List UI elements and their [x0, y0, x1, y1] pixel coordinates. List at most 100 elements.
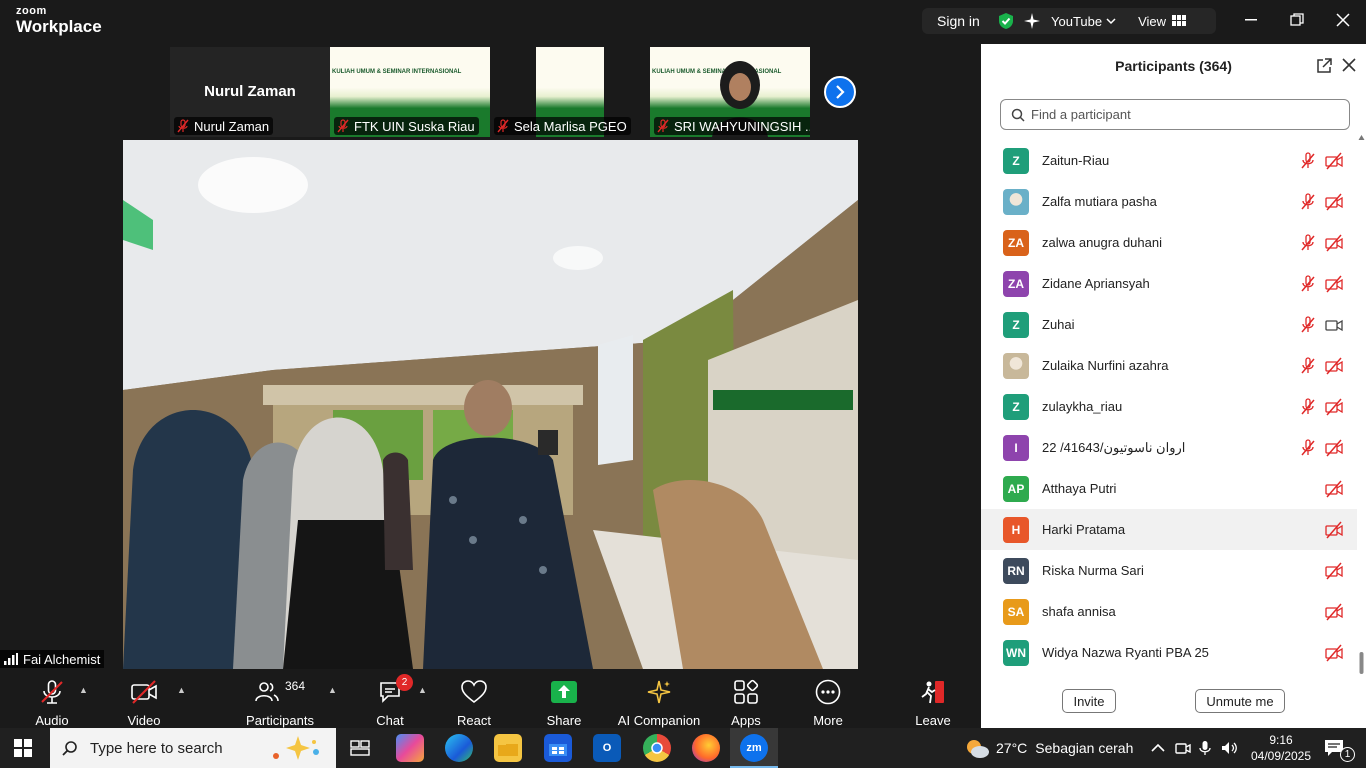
video-area: Nurul Zaman Nurul Zaman KULIAH UMUM & SE… — [0, 44, 981, 669]
active-speaker-video[interactable] — [123, 140, 858, 669]
microphone-icon[interactable] — [1199, 740, 1211, 756]
participant-row[interactable]: Zulaika Nurfini azahra — [981, 345, 1357, 386]
more-label: More — [813, 713, 843, 728]
participant-row[interactable]: H Harki Pratama — [981, 509, 1357, 550]
firefox-icon[interactable] — [692, 734, 720, 762]
participant-row[interactable]: ZA Zidane Apriansyah — [981, 263, 1357, 304]
youtube-dropdown[interactable]: YouTube — [1051, 14, 1116, 29]
participant-avatar: Z — [1003, 393, 1029, 420]
participant-row[interactable]: Z Zaitun-Riau — [981, 140, 1357, 181]
minimize-icon[interactable] — [1228, 0, 1274, 40]
chat-button[interactable]: 2 Chat — [368, 669, 413, 728]
ai-sparkle-icon[interactable] — [1023, 12, 1041, 30]
volume-icon[interactable] — [1221, 741, 1239, 755]
react-button[interactable]: React — [452, 669, 496, 728]
weather-temp: 27°C — [996, 740, 1028, 756]
participant-row[interactable]: I 22 /41643/اروان ناسوتيون — [981, 427, 1357, 468]
shield-check-icon[interactable] — [997, 12, 1015, 30]
participant-list-scrollbar[interactable] — [1357, 132, 1366, 676]
participant-row[interactable]: ZA zalwa anugra duhani — [981, 222, 1357, 263]
next-page-button[interactable] — [824, 76, 856, 108]
participant-tile[interactable]: KULIAH UMUM & SEMINAR INTERNASIONAL SRI … — [650, 47, 810, 137]
mic-muted-icon — [37, 677, 67, 707]
camera-in-use-icon[interactable] — [1175, 741, 1191, 755]
signal-bars-icon — [4, 653, 18, 665]
audio-options-caret[interactable]: ▲ — [79, 685, 88, 695]
chat-unread-badge: 2 — [396, 674, 413, 691]
chrome-icon[interactable] — [643, 734, 671, 762]
weather-widget[interactable]: 27°C Sebagian cerah — [964, 728, 1133, 768]
self-view-name: Fai Alchemist — [23, 651, 101, 667]
apps-label: Apps — [731, 713, 761, 728]
video-off-icon — [1325, 357, 1343, 375]
video-label: Video — [127, 713, 161, 728]
leave-button[interactable]: Leave — [911, 669, 955, 728]
zoom-icon: zm — [740, 734, 768, 762]
participants-label: Participants — [246, 713, 314, 728]
search-placeholder: Find a participant — [1031, 107, 1131, 122]
heart-icon — [459, 677, 489, 707]
video-options-caret[interactable]: ▲ — [177, 685, 186, 695]
panel-footer: Invite Unmute me — [981, 680, 1366, 728]
participant-name: Riska Nurma Sari — [1042, 563, 1144, 578]
participants-button[interactable]: 364 Participants — [246, 669, 314, 728]
zoom-taskbar-button[interactable]: zm — [730, 728, 778, 768]
edge-icon[interactable] — [445, 734, 473, 762]
close-icon[interactable] — [1320, 0, 1366, 40]
pop-out-icon[interactable] — [1316, 58, 1332, 77]
video-off-icon — [1325, 480, 1343, 498]
participant-row[interactable]: AP Atthaya Putri — [981, 468, 1357, 509]
participant-tile[interactable]: Nurul Zaman Nurul Zaman — [170, 47, 330, 137]
invite-button[interactable]: Invite — [1062, 689, 1116, 713]
ai-companion-button[interactable]: AI Companion — [616, 669, 702, 728]
sign-in-button[interactable]: Sign in — [937, 13, 995, 29]
task-view-icon[interactable] — [346, 734, 374, 762]
partly-sunny-icon — [967, 740, 989, 758]
store-icon[interactable] — [544, 734, 572, 762]
file-explorer-icon[interactable] — [494, 734, 522, 762]
participant-row[interactable]: SA shafa annisa — [981, 591, 1357, 632]
tile-label: SRI WAHYUNINGSIH ... — [654, 117, 810, 135]
thumbnail-strip: Nurul Zaman Nurul Zaman KULIAH UMUM & SE… — [170, 47, 810, 137]
participants-options-caret[interactable]: ▲ — [328, 685, 337, 695]
taskbar-search-input[interactable]: Type here to search — [50, 728, 336, 768]
participant-row[interactable]: Z Zuhai — [981, 304, 1357, 345]
more-button[interactable]: More — [806, 669, 850, 728]
mic-muted-icon — [1299, 234, 1317, 252]
participant-row[interactable]: Zalfa mutiara pasha — [981, 181, 1357, 222]
restore-icon[interactable] — [1274, 0, 1320, 40]
close-panel-icon[interactable] — [1342, 58, 1356, 75]
participants-panel: Participants (364) Find a participant ZZ… — [981, 44, 1366, 728]
participant-tile[interactable]: KULIAH UMUM & SEMINAR INTERNASIONAL FTK … — [330, 47, 490, 137]
tile-name: SRI WAHYUNINGSIH ... — [674, 118, 810, 134]
participant-row[interactable]: Zzulaykha_riau — [981, 386, 1357, 427]
copilot-icon[interactable] — [396, 734, 424, 762]
participant-search-input[interactable]: Find a participant — [1000, 99, 1350, 130]
video-off-icon — [1325, 562, 1343, 580]
video-button[interactable]: Video — [122, 669, 166, 728]
participants-icon: 364 — [250, 677, 310, 707]
participant-row[interactable]: RN Riska Nurma Sari — [981, 550, 1357, 591]
chat-options-caret[interactable]: ▲ — [418, 685, 427, 695]
video-off-icon — [1325, 644, 1343, 662]
notification-center[interactable]: 1 — [1324, 728, 1355, 768]
audio-button[interactable]: Audio — [30, 669, 74, 728]
grid-icon — [1172, 15, 1187, 26]
view-label: View — [1138, 13, 1167, 29]
participant-name: Zalfa mutiara pasha — [1042, 194, 1157, 209]
participant-tile[interactable]: Sela Marlisa PGEO — [490, 47, 650, 137]
notification-count: 1 — [1340, 746, 1355, 762]
windows-start-icon[interactable] — [14, 739, 32, 762]
participant-row[interactable]: WN Widya Nazwa Ryanti PBA 25 — [981, 632, 1357, 673]
zoom-logo: zoom Workplace — [16, 6, 102, 36]
chevron-up-icon[interactable] — [1151, 743, 1165, 753]
clock[interactable]: 9:16 04/09/2025 — [1248, 728, 1314, 768]
view-button[interactable]: View — [1138, 13, 1187, 29]
participant-name: Zidane Apriansyah — [1042, 276, 1150, 291]
unmute-me-button[interactable]: Unmute me — [1195, 689, 1285, 713]
share-button[interactable]: Share — [542, 669, 586, 728]
outlook-icon[interactable]: O — [593, 734, 621, 762]
mic-muted-icon — [1299, 152, 1317, 170]
windows-taskbar: Type here to search O zm 27°C Sebagian c… — [0, 728, 1366, 768]
apps-button[interactable]: Apps — [724, 669, 768, 728]
